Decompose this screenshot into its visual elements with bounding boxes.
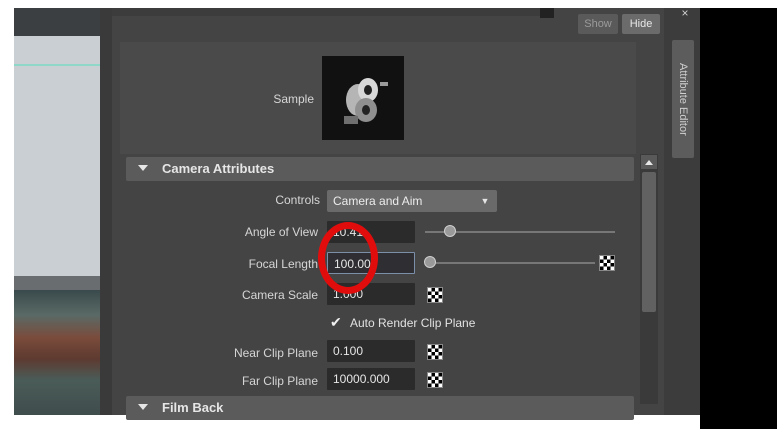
render-sample-thumbnail-icon[interactable] [322, 56, 404, 140]
scroll-up-arrow-icon[interactable] [641, 155, 657, 169]
film-back-title: Film Back [162, 400, 224, 415]
close-icon[interactable]: × [678, 6, 692, 20]
far-clip-plane-field[interactable]: 10000.000 [327, 368, 415, 390]
camera-attributes-title: Camera Attributes [162, 161, 275, 176]
controls-dropdown-value: Camera and Aim [333, 194, 423, 208]
highlight-ring [318, 222, 378, 294]
sample-label: Sample [273, 92, 314, 106]
camera-attributes-header[interactable]: Camera Attributes [126, 157, 634, 181]
viewport-axis-line [14, 64, 100, 66]
collapse-triangle-icon [138, 165, 148, 171]
near-clip-plane-label: Near Clip Plane [233, 346, 318, 360]
scrollbar-thumb[interactable] [642, 172, 656, 312]
focal-length-map-button-icon[interactable] [599, 255, 615, 271]
near-clip-plane-field[interactable]: 0.100 [327, 340, 415, 362]
controls-dropdown[interactable]: Camera and Aim ▼ [327, 190, 497, 212]
black-margin [700, 8, 777, 429]
viewport-panel[interactable] [14, 8, 100, 415]
camera-scale-label: Camera Scale [241, 288, 318, 302]
focal-length-slider-track[interactable] [425, 262, 595, 264]
hide-button[interactable]: Hide [622, 14, 660, 34]
header-strip [112, 8, 542, 16]
near-clip-plane-map-button-icon[interactable] [427, 344, 443, 360]
controls-label: Controls [275, 193, 320, 207]
viewport-toolbar [14, 8, 100, 36]
auto-render-clip-plane-label: Auto Render Clip Plane [350, 316, 476, 330]
auto-render-clip-plane-checkbox[interactable]: ✔ [330, 315, 344, 329]
angle-of-view-slider-handle[interactable] [444, 225, 456, 237]
focal-length-label: Focal Length [248, 257, 318, 271]
camera-scale-map-button-icon[interactable] [427, 287, 443, 303]
far-clip-plane-label: Far Clip Plane [241, 374, 318, 388]
viewport-grid [14, 36, 100, 276]
collapse-triangle-icon [138, 404, 148, 410]
swatch-icon[interactable] [540, 8, 554, 18]
panel-divider[interactable] [100, 8, 112, 423]
focal-length-slider-handle[interactable] [424, 256, 436, 268]
far-clip-plane-map-button-icon[interactable] [427, 372, 443, 388]
chevron-down-icon: ▼ [480, 196, 490, 206]
viewport-scene [14, 290, 100, 415]
angle-of-view-label: Angle of View [244, 225, 318, 239]
tab-attribute-editor-label: Attribute Editor [677, 62, 689, 136]
film-back-header[interactable]: Film Back [126, 396, 634, 420]
viewport-divider [14, 276, 100, 290]
show-button[interactable]: Show [578, 14, 618, 34]
